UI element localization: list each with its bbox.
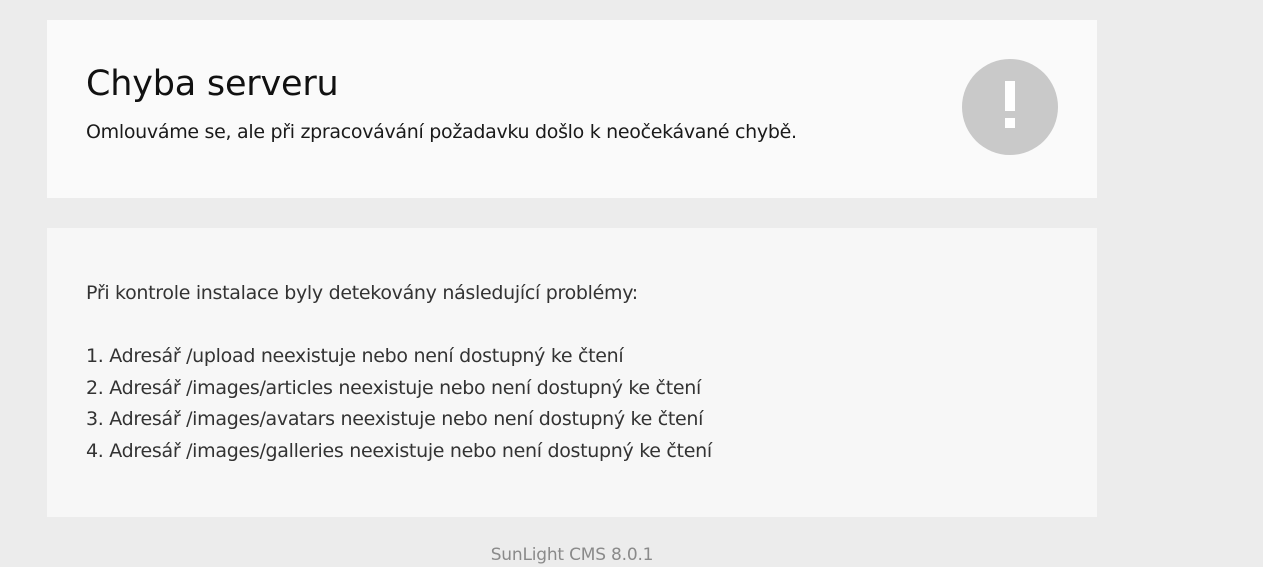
problem-item: 4. Adresář /images/galleries neexistuje … [86,439,712,462]
problem-item: 1. Adresář /upload neexistuje nebo není … [86,345,624,367]
page-title: Chyba serveru [86,64,339,104]
problem-details-panel: Při kontrole instalace byly detekovány n… [47,228,1097,517]
error-message: Omlouváme se, ale při zpracovávání požad… [86,121,797,143]
problem-item: 3. Adresář /images/avatars neexistuje ne… [86,408,704,430]
exclamation-icon [962,59,1058,155]
error-header-panel: Chyba serveru Omlouváme se, ale při zpra… [47,20,1097,198]
problem-list: 1. Adresář /upload neexistuje nebo není … [86,341,712,467]
problem-item: 2. Adresář /images/articles neexistuje n… [86,376,701,399]
problems-intro: Při kontrole instalace byly detekovány n… [86,282,638,304]
footer-version: SunLight CMS 8.0.1 [490,545,654,565]
